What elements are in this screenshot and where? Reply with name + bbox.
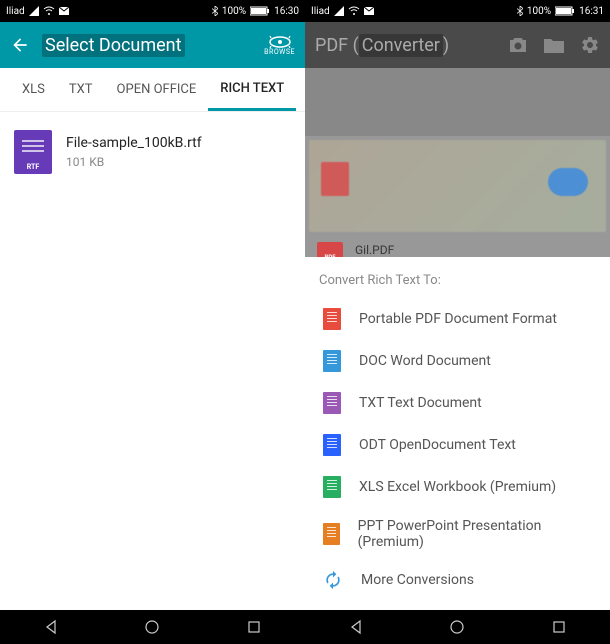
- tabs-bar: XLS TXT OPEN OFFICE RICH TEXT: [0, 68, 305, 112]
- tab-xls[interactable]: XLS: [0, 68, 57, 111]
- odt-icon: [323, 434, 341, 456]
- camera-button[interactable]: [508, 36, 528, 54]
- refresh-icon: [323, 570, 343, 590]
- app-bar-right: PDF (Converter): [305, 22, 610, 68]
- app-bar-left: Select Document BROWSE: [0, 22, 305, 68]
- battery-percent: 100%: [527, 6, 551, 17]
- convert-bottom-sheet: Convert Rich Text To: Portable PDF Docum…: [305, 257, 610, 610]
- clock-label: 16:30: [274, 6, 299, 17]
- file-size: 101 KB: [66, 155, 202, 169]
- wifi-icon: [43, 6, 55, 16]
- carrier-label: Iliad: [311, 6, 330, 17]
- bottom-nav-right: [305, 610, 610, 644]
- clock-label: 16:31: [579, 6, 604, 17]
- sheet-title: Convert Rich Text To:: [305, 273, 610, 298]
- signal-icon: [29, 6, 39, 16]
- bluetooth-icon: [212, 6, 218, 16]
- ppt-icon: [323, 523, 340, 545]
- page-title: Select Document: [42, 35, 252, 56]
- wifi-icon: [348, 6, 360, 16]
- status-bar-right: Iliad 100% 16:31: [305, 0, 610, 22]
- mail-icon: [364, 7, 374, 15]
- rtf-file-icon: RTF: [14, 130, 52, 174]
- bluetooth-icon: [517, 6, 523, 16]
- file-name: File-sample_100kB.rtf: [66, 135, 202, 151]
- carrier-label: Iliad: [6, 6, 25, 17]
- tab-openoffice[interactable]: OPEN OFFICE: [105, 68, 209, 111]
- option-more[interactable]: More Conversions: [305, 560, 610, 600]
- pdf-icon: [321, 162, 349, 196]
- back-button[interactable]: [10, 35, 30, 55]
- option-txt[interactable]: TXT Text Document: [305, 382, 610, 424]
- folder-button[interactable]: [544, 37, 564, 53]
- nav-home-icon[interactable]: [449, 619, 465, 635]
- nav-home-icon[interactable]: [144, 619, 160, 635]
- preview-card: [309, 140, 606, 232]
- signal-icon: [334, 6, 344, 16]
- file-item[interactable]: RTF File-sample_100kB.rtf 101 KB: [14, 130, 291, 174]
- doc-icon: [323, 350, 341, 372]
- option-ppt[interactable]: PPT PowerPoint Presentation (Premium): [305, 508, 610, 560]
- option-doc[interactable]: DOC Word Document: [305, 340, 610, 382]
- battery-icon: [555, 6, 575, 16]
- mail-icon: [59, 7, 69, 15]
- nav-recent-icon[interactable]: [551, 619, 567, 635]
- bottom-nav-left: [0, 610, 305, 644]
- txt-icon: [323, 392, 341, 414]
- nav-back-icon[interactable]: [43, 619, 59, 635]
- settings-button[interactable]: [580, 35, 600, 55]
- nav-back-icon[interactable]: [348, 619, 364, 635]
- status-bar-left: Iliad 100% 16:30: [0, 0, 305, 22]
- browse-button[interactable]: BROWSE: [264, 34, 295, 56]
- xls-icon: [323, 476, 341, 498]
- battery-icon: [250, 6, 270, 16]
- file-list: RTF File-sample_100kB.rtf 101 KB: [0, 112, 305, 644]
- battery-percent: 100%: [222, 6, 246, 17]
- nav-recent-icon[interactable]: [246, 619, 262, 635]
- option-pdf[interactable]: Portable PDF Document Format: [305, 298, 610, 340]
- tab-richtext[interactable]: RICH TEXT: [208, 68, 296, 111]
- page-title: PDF (Converter): [315, 35, 496, 56]
- option-odt[interactable]: ODT OpenDocument Text: [305, 424, 610, 466]
- pdf-icon: [323, 308, 341, 330]
- tab-txt[interactable]: TXT: [57, 68, 105, 111]
- option-xls[interactable]: XLS Excel Workbook (Premium): [305, 466, 610, 508]
